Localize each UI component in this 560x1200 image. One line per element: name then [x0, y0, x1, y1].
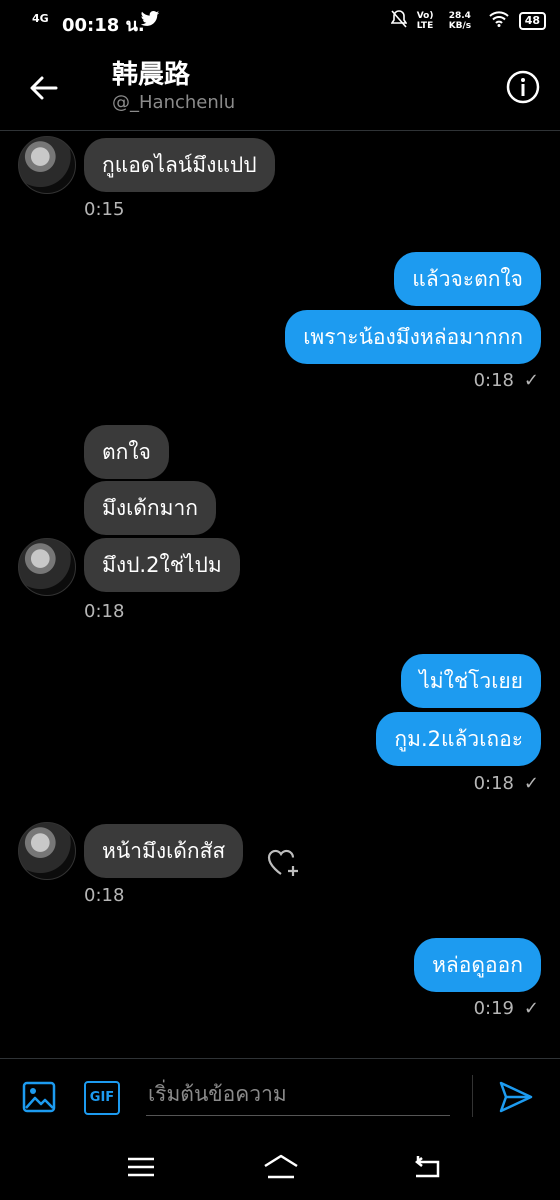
message-bubble-outgoing[interactable]: ไม่ใช่โวเยย: [401, 654, 541, 708]
gif-button[interactable]: GIF: [84, 1081, 120, 1115]
battery-indicator: 48: [518, 11, 546, 30]
message-timestamp: 0:19: [473, 998, 514, 1019]
wifi-icon: [488, 11, 509, 30]
message-bubble-outgoing[interactable]: กูม.2แล้วเถอะ: [376, 712, 541, 766]
system-nav-bar: [0, 1134, 560, 1200]
menu-icon[interactable]: [124, 1150, 158, 1184]
contact-handle: @_Hanchenlu: [112, 92, 236, 113]
message-timestamp: 0:18: [473, 370, 514, 391]
message-bubble-outgoing[interactable]: เพราะน้องมึงหล่อมากกก: [285, 310, 541, 364]
message-input[interactable]: [146, 1073, 450, 1116]
message-bubble-incoming[interactable]: ตกใจ: [84, 425, 169, 479]
status-time: 00:18 น.: [62, 15, 145, 36]
message-bubble-incoming[interactable]: มึงป.2ใช่ไปม: [84, 538, 240, 592]
speed-label: 28.4 KB/s: [448, 10, 472, 31]
home-icon[interactable]: [262, 1150, 298, 1184]
volte-label: Vo) LTE: [416, 10, 434, 31]
message-timestamp: 0:18: [473, 773, 514, 794]
message-bubble-incoming[interactable]: หน้ามึงเด้กสัส: [84, 824, 244, 878]
send-icon[interactable]: [498, 1079, 534, 1115]
status-bar: 4G 00:18 น. Vo) LTE 28.4 KB/s 48: [0, 0, 560, 44]
sent-check-icon: ✓: [523, 773, 539, 794]
message-bubble-outgoing[interactable]: แล้วจะตกใจ: [394, 252, 541, 306]
contact-name[interactable]: 韩晨路: [112, 54, 190, 91]
heart-add-icon[interactable]: [266, 846, 302, 880]
message-timestamp: 0:15: [84, 199, 125, 220]
image-icon[interactable]: [22, 1081, 56, 1113]
network-indicator: 4G: [32, 12, 49, 25]
message-bubble-outgoing[interactable]: หล่อดูออก: [414, 938, 541, 992]
message-bubble-incoming[interactable]: กูแอดไลน์มึงแปป: [84, 138, 275, 192]
avatar[interactable]: [18, 822, 76, 880]
message-timestamp: 0:18: [84, 601, 125, 622]
message-bubble-incoming[interactable]: มึงเด้กมาก: [84, 481, 216, 535]
divider: [472, 1075, 473, 1117]
avatar[interactable]: [18, 538, 76, 596]
message-composer: GIF: [0, 1058, 560, 1135]
status-right-group: Vo) LTE 28.4 KB/s 48: [390, 10, 546, 31]
info-icon[interactable]: [506, 70, 540, 104]
back-nav-icon[interactable]: [410, 1150, 444, 1184]
avatar[interactable]: [18, 136, 76, 194]
conversation-header: 韩晨路 @_Hanchenlu: [0, 44, 560, 131]
mute-icon: [390, 10, 408, 31]
message-timestamp: 0:18: [84, 885, 125, 906]
twitter-icon: [140, 10, 160, 32]
sent-check-icon: ✓: [523, 370, 539, 391]
back-arrow-icon[interactable]: [28, 72, 60, 104]
sent-check-icon: ✓: [523, 998, 539, 1019]
